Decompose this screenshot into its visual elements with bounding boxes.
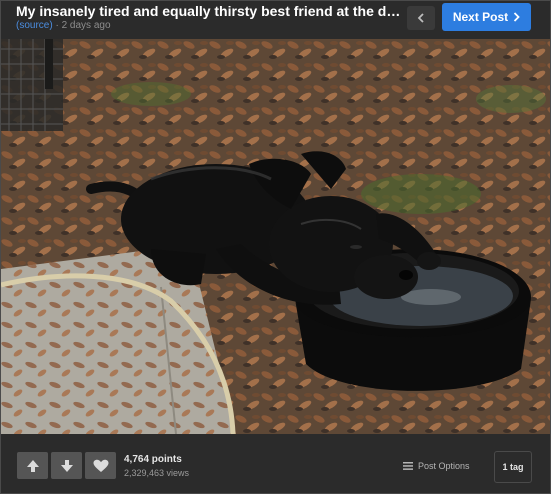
arrow-down-icon xyxy=(60,459,73,472)
fence xyxy=(1,39,63,131)
chevron-left-icon xyxy=(417,13,424,23)
post-image[interactable] xyxy=(1,39,550,434)
next-post-label: Next Post xyxy=(452,10,509,24)
post-meta: (source) · 2 days ago xyxy=(16,20,111,31)
heart-icon xyxy=(93,459,108,472)
views-count: 2,329,463 views xyxy=(124,468,190,478)
menu-lines-icon xyxy=(403,462,413,470)
upvote-button[interactable] xyxy=(17,452,48,479)
post-options-label: Post Options xyxy=(418,461,470,471)
post-time: 2 days ago xyxy=(61,20,111,31)
meta-separator: · xyxy=(52,20,62,31)
previous-post-button[interactable] xyxy=(407,6,435,30)
post-viewer: My insanely tired and equally thirsty be… xyxy=(0,0,551,494)
post-header: My insanely tired and equally thirsty be… xyxy=(1,1,550,39)
chevron-right-icon xyxy=(514,12,520,22)
post-options-button[interactable]: Post Options xyxy=(403,461,470,471)
post-footer: 4,764 points 2,329,463 views Post Option… xyxy=(1,434,550,493)
source-link[interactable]: (source) xyxy=(16,20,53,31)
dog-photo xyxy=(1,39,550,434)
favorite-button[interactable] xyxy=(85,452,116,479)
post-title: My insanely tired and equally thirsty be… xyxy=(16,3,401,19)
tag-button[interactable]: 1 tag xyxy=(494,451,532,483)
arrow-up-icon xyxy=(26,459,39,472)
next-post-button[interactable]: Next Post xyxy=(442,3,531,31)
points-count: 4,764 points xyxy=(124,454,182,465)
downvote-button[interactable] xyxy=(51,452,82,479)
